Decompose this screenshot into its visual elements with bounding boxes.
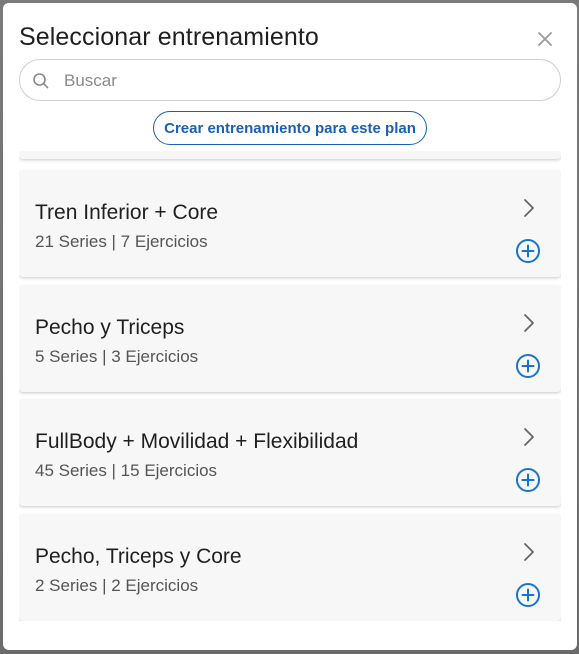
close-icon — [538, 32, 552, 46]
workout-meta: 5 Series | 3 Ejercicios — [35, 347, 199, 366]
chevron-right-icon[interactable] — [521, 426, 537, 448]
list-item[interactable]: Pecho, Triceps y Core 2 Series | 2 Ejerc… — [19, 515, 561, 621]
chevron-right-icon[interactable] — [521, 312, 537, 334]
list-item-partial[interactable] — [19, 151, 561, 159]
workout-list[interactable]: Tren Inferior + Core 21 Series | 7 Ejerc… — [19, 151, 561, 621]
list-item[interactable]: Pecho y Triceps 5 Series | 3 Ejercicios — [19, 286, 561, 392]
search-input[interactable] — [62, 68, 546, 94]
add-circle-icon[interactable] — [515, 467, 541, 493]
add-circle-icon[interactable] — [515, 238, 541, 264]
chevron-right-icon[interactable] — [521, 541, 537, 563]
search-bar[interactable] — [19, 59, 561, 101]
add-circle-icon[interactable] — [515, 353, 541, 379]
create-workout-button[interactable]: Crear entrenamiento para este plan — [153, 111, 427, 145]
workout-name: Tren Inferior + Core — [35, 201, 219, 224]
search-icon — [33, 73, 49, 89]
workout-meta: 21 Series | 7 Ejercicios — [35, 232, 208, 251]
modal-header: Seleccionar entrenamiento Crear entrenam… — [3, 3, 577, 163]
chevron-right-icon[interactable] — [521, 197, 537, 219]
modal-title: Seleccionar entrenamiento — [19, 23, 319, 51]
close-button[interactable] — [533, 27, 557, 51]
workout-meta: 2 Series | 2 Ejercicios — [35, 576, 199, 595]
select-workout-modal: Seleccionar entrenamiento Crear entrenam… — [3, 3, 577, 650]
workout-meta: 45 Series | 15 Ejercicios — [35, 461, 218, 480]
add-circle-icon[interactable] — [515, 582, 541, 608]
workout-name: Pecho y Triceps — [35, 316, 185, 339]
list-item[interactable]: Tren Inferior + Core 21 Series | 7 Ejerc… — [19, 171, 561, 277]
list-item[interactable]: FullBody + Movilidad + Flexibilidad 45 S… — [19, 400, 561, 506]
workout-name: Pecho, Triceps y Core — [35, 545, 242, 568]
workout-name: FullBody + Movilidad + Flexibilidad — [35, 430, 359, 453]
